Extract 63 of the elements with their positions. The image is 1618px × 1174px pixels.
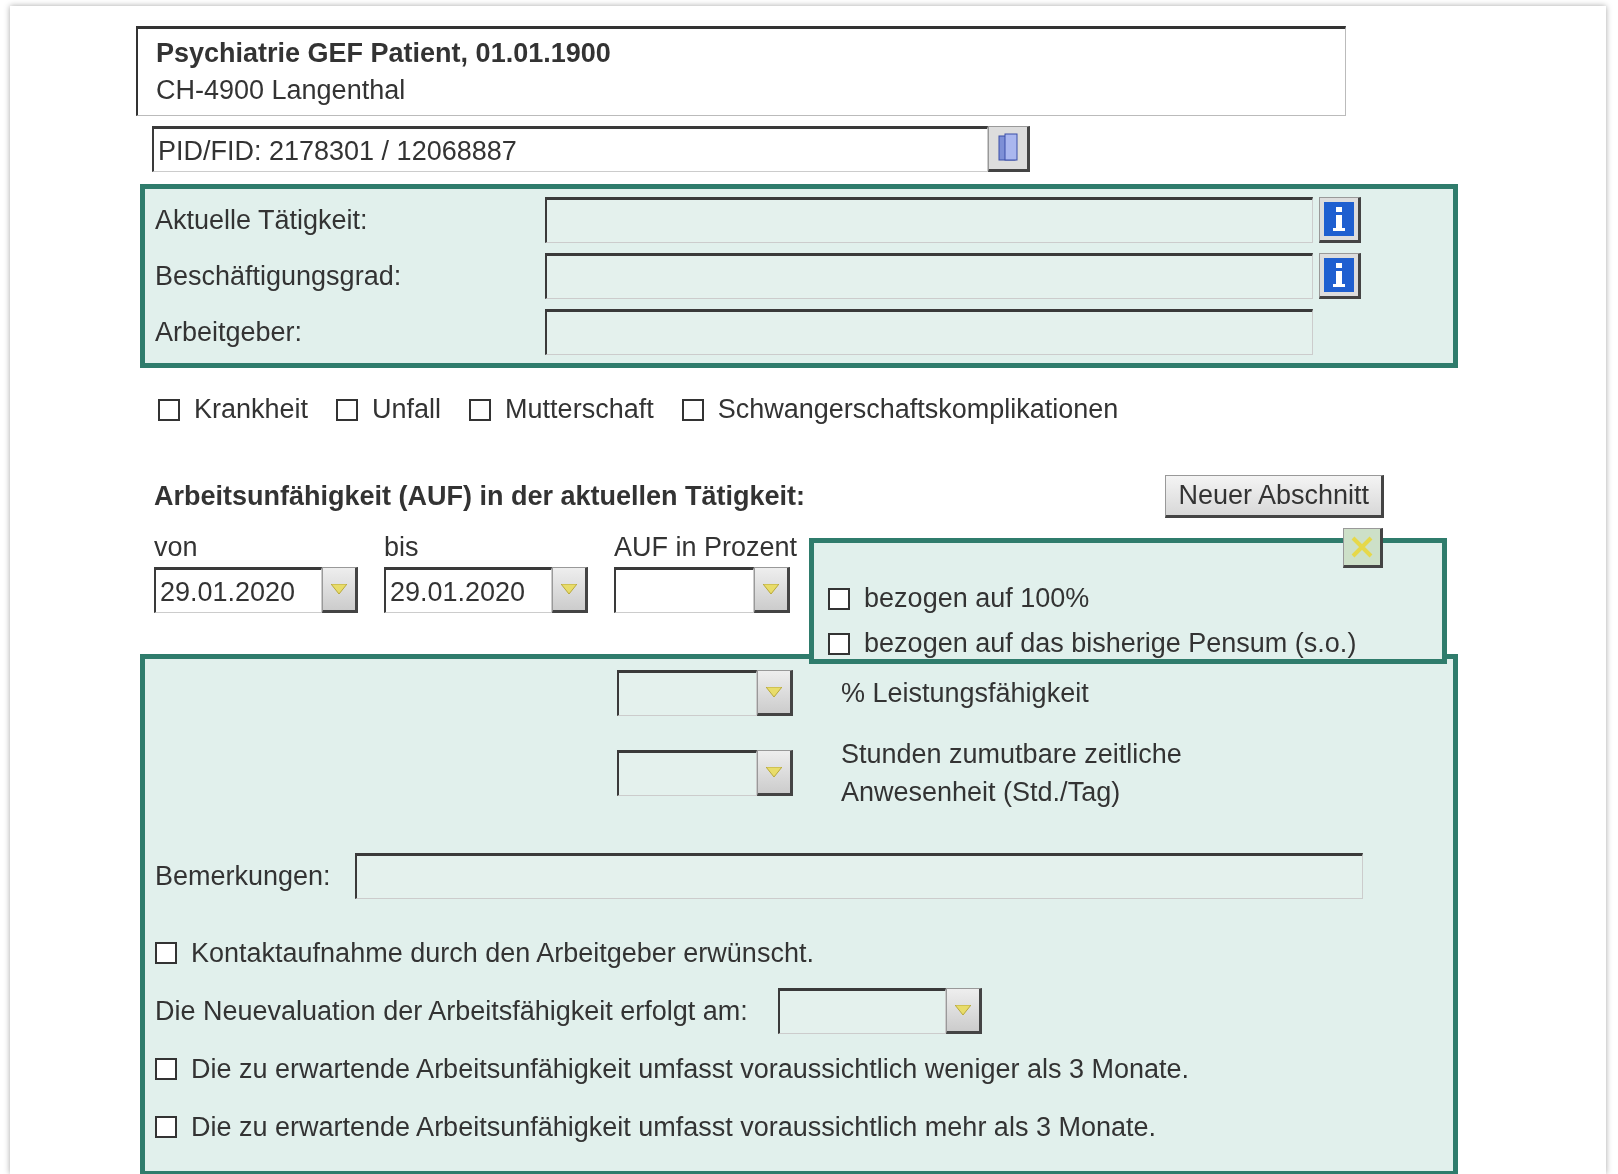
checkbox[interactable]: [469, 398, 492, 421]
input-field[interactable]: [545, 197, 1313, 243]
checkbox-label: Krankheit: [194, 394, 309, 425]
checkbox[interactable]: [158, 398, 180, 421]
field-label: Die Neuevaluation der Arbeitsfähigkeit erfolgt am:: [155, 995, 748, 1027]
caret-icon: [763, 584, 779, 594]
date-field[interactable]: [777, 988, 946, 1034]
field-label: Aktuelle Tätigkeit:: [155, 204, 369, 236]
select-field[interactable]: [617, 670, 757, 716]
field-label: bis: [384, 532, 420, 563]
new-section-button[interactable]: Neuer Abschnitt: [1165, 475, 1384, 518]
caret-icon: [561, 584, 577, 594]
field-label: Arbeitgeber:: [155, 316, 304, 348]
checkbox[interactable]: [828, 632, 851, 655]
checkbox[interactable]: [155, 1116, 177, 1138]
close-button[interactable]: [1343, 528, 1383, 568]
patient-name: Psychiatrie GEF Patient, 01.01.1900: [156, 37, 612, 70]
section-title: Arbeitsunfähigkeit (AUF) in der aktuellen Tätigkeit:: [154, 481, 806, 512]
dropdown-button[interactable]: [322, 567, 358, 613]
input-field[interactable]: [545, 309, 1313, 355]
checkbox[interactable]: [336, 398, 359, 421]
dropdown-button[interactable]: [552, 567, 588, 613]
info-icon: [1324, 258, 1354, 292]
date-field[interactable]: 29.01.2020: [384, 567, 552, 613]
field-label: von: [154, 532, 199, 563]
field-label: AUF in Prozent: [614, 532, 798, 563]
patient-address: CH-4900 Langenthal: [156, 74, 407, 107]
checkbox[interactable]: [155, 942, 177, 964]
book-icon: [996, 133, 1020, 163]
checkbox-label: bezogen auf das bisherige Pensum (s.o.): [864, 628, 1357, 659]
field-label: Stunden zumutbare zeitliche Anwesenheit (Std./Tag): [841, 738, 1183, 809]
remarks-field[interactable]: [354, 853, 1363, 899]
dropdown-button[interactable]: [945, 988, 982, 1034]
checkbox-label: Mutterschaft: [505, 394, 654, 425]
info-button[interactable]: [1319, 197, 1361, 243]
dropdown-button[interactable]: [754, 567, 790, 613]
checkbox-label: Die zu erwartende Arbeitsunfähigkeit umfasst voraussichtlich mehr als 3 Monate.: [191, 1111, 1156, 1143]
dropdown-button[interactable]: [757, 670, 793, 716]
checkbox-label: Die zu erwartende Arbeitsunfähigkeit umfasst voraussichtlich weniger als 3 Monate.: [191, 1053, 1189, 1085]
checkbox[interactable]: [828, 587, 851, 610]
record-button[interactable]: [988, 126, 1030, 172]
info-button[interactable]: [1319, 253, 1361, 299]
date-field[interactable]: [614, 567, 754, 613]
checkbox[interactable]: [155, 1058, 177, 1080]
field-label: % Leistungsfähigkeit: [841, 677, 1090, 710]
caret-icon: [954, 1005, 971, 1015]
checkbox-label: Schwangerschaftskomplikationen: [717, 394, 1119, 425]
info-icon: [1324, 202, 1354, 236]
caret-icon: [766, 687, 782, 697]
checkbox[interactable]: [681, 398, 704, 421]
date-field[interactable]: 29.01.2020: [154, 567, 322, 613]
field-label: Bemerkungen:: [155, 860, 331, 892]
caret-icon: [766, 767, 782, 777]
checkbox-label: Unfall: [372, 394, 442, 425]
checkbox-label: bezogen auf 100%: [864, 583, 1090, 614]
id-field[interactable]: PID/FID: 2178301 / 12068887: [152, 126, 988, 172]
close-icon: [1350, 535, 1374, 559]
field-label: Beschäftigungsgrad:: [155, 260, 403, 292]
checkbox-label: Kontaktaufnahme durch den Arbeitgeber erwünscht.: [191, 937, 814, 969]
caret-icon: [331, 584, 347, 594]
dropdown-button[interactable]: [757, 750, 793, 796]
select-field[interactable]: [617, 750, 757, 796]
input-field[interactable]: [545, 253, 1313, 299]
